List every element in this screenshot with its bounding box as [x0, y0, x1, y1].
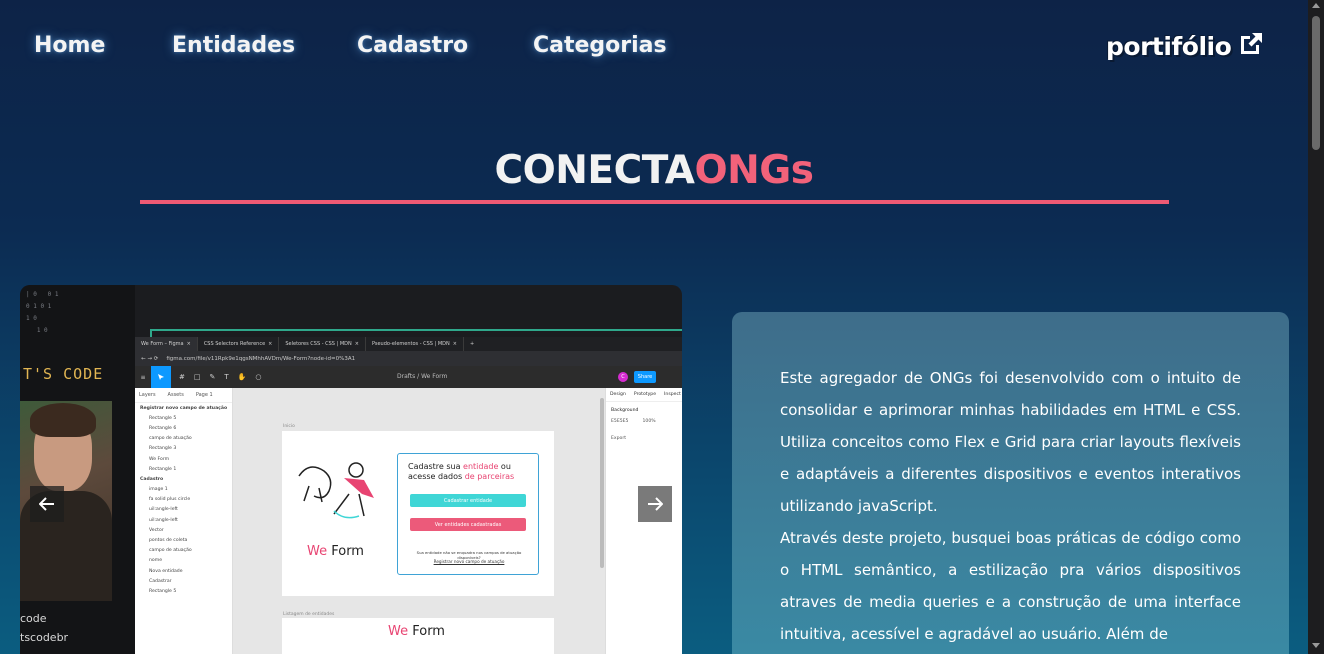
figma-layers-panel: Layers Assets Page 1 Registrar novo camp…	[135, 388, 233, 654]
browser-tab: Seletores CSS - CSS | MDN ×	[279, 337, 366, 351]
title-part-ongs: ONGs	[694, 148, 814, 193]
frame-label: Inicio	[283, 424, 295, 429]
external-link-icon	[1237, 30, 1265, 62]
video-overlay: | 0 0 1 0 1 0 1 1 0 1 0 T'S CODE code ts…	[20, 285, 135, 654]
layer-item: Rectangle 1	[149, 466, 177, 472]
layer-item: Vector	[149, 527, 164, 533]
portfolio-label: portifólio	[1106, 31, 1232, 61]
carousel-prev-button[interactable]	[30, 486, 64, 522]
layer-item: fa solid plus circle	[149, 497, 191, 503]
cadastrar-entidade-button: Cadastrar entidade	[410, 494, 526, 507]
figma-canvas: Inicio We Form Cadastre sua entidade ou …	[233, 388, 605, 654]
listagem-frame: We Form	[282, 618, 554, 654]
layer-item: Registrar novo campo de atuação	[140, 405, 228, 411]
arrow-right-icon	[648, 497, 663, 511]
arrow-left-icon	[39, 497, 54, 511]
nav-link-entidades[interactable]: Entidades	[172, 33, 295, 58]
browser-tab: CSS Selectors Reference ×	[198, 337, 280, 351]
illustration-image	[298, 462, 374, 519]
carousel-next-button[interactable]	[638, 486, 672, 522]
browser-tabbar: We Form – Figma × CSS Selectors Reference…	[135, 337, 682, 351]
layer-item: Rectangle 6	[149, 425, 177, 431]
layer-item: uil:angle-left	[149, 517, 178, 523]
layer-item: Cadastrar	[149, 578, 172, 584]
we-form-frame: We Form Cadastre sua entidade ou acesse …	[282, 431, 554, 596]
video-caption-2: tscodebr	[20, 631, 69, 644]
we-form-logo: We Form	[307, 544, 364, 559]
move-tool-icon	[151, 366, 171, 388]
layer-item: Rectangle 5	[149, 588, 177, 594]
matrix-decoration: | 0 0 1 0 1 0 1 1 0 1 0	[26, 291, 59, 334]
project-carousel: | 0 0 1 0 1 0 1 1 0 1 0 T'S CODE code ts…	[20, 285, 682, 654]
layer-item: nome	[149, 558, 163, 564]
top-navigation: Home Entidades Cadastro Categorias porti…	[0, 0, 1308, 94]
browser-urlbar: ← → ⟳ figma.com/file/v11Rpk9e1qgsNMhhAVD…	[135, 351, 682, 366]
title-part-conecta: CONECTA	[494, 148, 695, 193]
layer-item: We Form	[149, 456, 170, 462]
scroll-up-icon[interactable]	[1312, 3, 1320, 8]
figma-toolbar: ≡ # □ ✎ T ✋ ○ Drafts / We Form C Share	[135, 366, 682, 388]
browser-tab: Pseudo-elementos - CSS | MDN ×	[366, 337, 464, 351]
nav-link-home[interactable]: Home	[34, 33, 105, 58]
video-banner: T'S CODE	[23, 365, 104, 383]
ver-entidades-button: Ver entidades cadastradas	[410, 518, 526, 531]
layer-item: Rectangle 5	[149, 415, 177, 421]
layer-item: image 1	[149, 487, 168, 493]
cadastro-card: Cadastre sua entidade ou acesse dados de…	[397, 453, 539, 575]
video-caption-1: code	[20, 612, 47, 625]
project-description-card: Este agregador de ONGs foi desenvolvido …	[732, 312, 1289, 654]
layer-item: Nova entidade	[149, 568, 183, 574]
layer-item: Rectangle 3	[149, 446, 177, 452]
description-paragraph-1: Este agregador de ONGs foi desenvolvido …	[780, 369, 1241, 515]
figma-breadcrumb: Drafts / We Form	[397, 373, 448, 380]
browser-tab: We Form – Figma ×	[135, 337, 198, 351]
layer-item: uil:angle-left	[149, 507, 178, 513]
selection-outline	[150, 329, 682, 331]
layer-item: campo de atuação	[149, 548, 192, 554]
portfolio-link[interactable]: portifólio	[1106, 30, 1265, 62]
description-paragraph-2: Através deste projeto, busquei boas prát…	[780, 529, 1241, 643]
title-underline	[140, 200, 1169, 204]
figma-share-button: Share	[634, 371, 656, 383]
layer-item: pontos de coleta	[149, 538, 188, 544]
project-description: Este agregador de ONGs foi desenvolvido …	[780, 362, 1241, 650]
nav-link-categorias[interactable]: Categorias	[533, 33, 667, 58]
scrollbar-thumb[interactable]	[1312, 16, 1320, 150]
page-scrollbar[interactable]	[1308, 0, 1324, 654]
scroll-down-icon[interactable]	[1312, 643, 1320, 648]
figma-avatar: C	[618, 372, 628, 382]
layer-item: campo de atuação	[149, 436, 192, 442]
nav-link-cadastro[interactable]: Cadastro	[357, 33, 468, 58]
slide-screenshot: We Form – Figma × CSS Selectors Reference…	[135, 337, 682, 654]
new-tab-icon: +	[469, 341, 475, 347]
layer-item: Cadastro	[140, 476, 164, 482]
page-title: CONECTAONGs	[0, 148, 1308, 193]
